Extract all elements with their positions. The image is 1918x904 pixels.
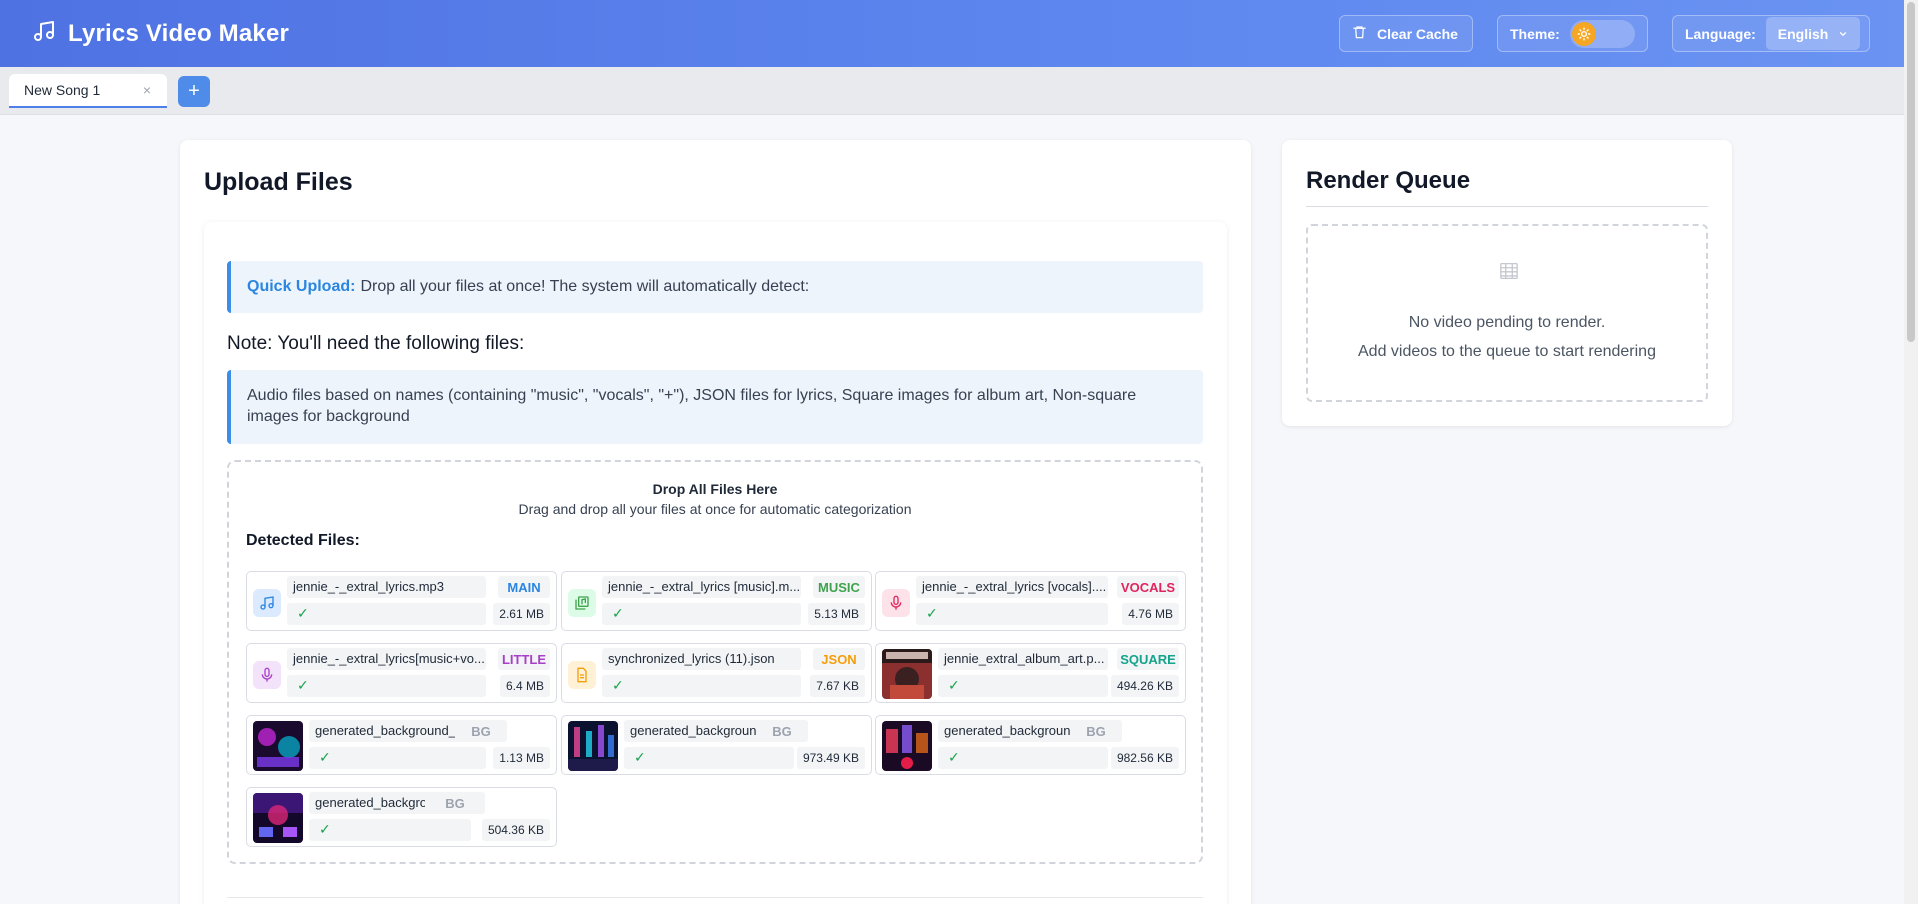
check-icon: ✓ [309,747,486,769]
check-icon: ✓ [287,603,486,625]
close-icon[interactable]: × [143,82,151,98]
page-scrollbar[interactable] [1904,0,1918,904]
file-size: 504.36 KB [481,819,550,841]
theme-control: Theme: [1497,15,1648,52]
clear-cache-button[interactable]: Clear Cache [1339,15,1473,52]
clear-cache-label: Clear Cache [1377,25,1458,42]
quick-upload-banner: Quick Upload: Drop all your files at onc… [227,261,1203,313]
file-size: 6.4 MB [499,675,550,697]
tab-new-song-1[interactable]: New Song 1 × [9,74,167,108]
file-item[interactable]: generated_background_jen... ✓ BG 1.13 MB [246,715,557,775]
upload-card: Upload Files Quick Upload: Drop all your… [180,140,1251,904]
trash-icon [1352,24,1367,43]
file-item[interactable]: synchronized_lyrics (11).json ✓ JSON 7.6… [561,643,872,703]
background-thumbnail [253,793,303,843]
app-title: Lyrics Video Maker [68,19,290,47]
quick-upload-text: Drop all your files at once! The system … [360,278,810,295]
theme-toggle[interactable] [1569,19,1635,48]
file-name: jennie_extral_album_art.p... [938,648,1108,670]
dropzone-title: Drop All Files Here [652,481,778,497]
check-icon: ✓ [938,747,1108,769]
check-icon: ✓ [309,819,471,841]
render-queue-card: Render Queue No video pending to render.… [1282,140,1732,426]
file-type-badge: BG [756,720,808,742]
file-dropzone[interactable]: Drop All Files Here Drag and drop all yo… [227,460,1203,864]
album-art-thumbnail [882,649,932,699]
file-type-badge: SQUARE [1117,648,1179,670]
file-size: 2.61 MB [493,603,550,625]
render-queue-title: Render Queue [1306,167,1471,194]
dropzone-subtitle: Drag and drop all your files at once for… [518,501,912,517]
chevron-down-icon [1838,26,1848,42]
file-size: 5.13 MB [808,603,865,625]
file-item[interactable]: generated_background_j... ✓ BG 504.36 KB [246,787,557,847]
music-note-icon [253,589,281,617]
file-item[interactable]: jennie_-_extral_lyrics[music+vo... ✓ LIT… [246,643,557,703]
file-type-badge: BG [425,792,485,814]
language-label: Language: [1685,25,1756,42]
file-size: 982.56 KB [1110,747,1179,769]
file-size: 7.67 KB [810,675,865,697]
divider [1306,206,1708,207]
document-icon [568,661,596,689]
file-type-badge: JSON [813,648,865,670]
file-type-badge: LITTLE [498,648,550,670]
background-thumbnail [882,721,932,771]
note-box: Audio files based on names (containing "… [227,370,1203,444]
file-item[interactable]: generated_background_j... ✓ BG 982.56 KB [875,715,1186,775]
language-select[interactable]: English [1765,17,1861,50]
tab-label: New Song 1 [24,82,101,98]
file-name: jennie_-_extral_lyrics.mp3 [287,576,486,598]
add-tab-button[interactable]: + [178,76,210,107]
background-thumbnail [568,721,618,771]
file-type-badge: BG [1070,720,1122,742]
detected-files-label: Detected Files: [246,532,360,549]
queue-empty-text: No video pending to render. [1408,314,1606,331]
file-type-badge: BG [455,720,507,742]
background-thumbnail [253,721,303,771]
file-item[interactable]: jennie_extral_album_art.p... ✓ SQUARE 49… [875,643,1186,703]
file-type-badge: MUSIC [813,576,865,598]
sun-icon [1571,21,1596,46]
film-icon [1499,262,1519,285]
file-size: 494.26 KB [1110,675,1179,697]
language-control: Language: English [1672,15,1870,52]
check-icon: ✓ [287,675,486,697]
file-item[interactable]: jennie_-_extral_lyrics [music].m... ✓ MU… [561,571,872,631]
check-icon: ✓ [916,603,1108,625]
section-divider [227,897,1203,898]
quick-upload-label: Quick Upload: [247,278,356,295]
language-value: English [1777,25,1829,42]
music-note-icon [32,19,56,48]
file-item[interactable]: generated_background_j... ✓ BG 973.49 KB [561,715,872,775]
tab-bar: New Song 1 × [0,67,1918,115]
file-name: jennie_-_extral_lyrics[music+vo... [287,648,486,670]
scrollbar-thumb[interactable] [1907,2,1915,342]
file-size: 1.13 MB [493,747,550,769]
render-queue-empty: No video pending to render. Add videos t… [1306,224,1708,402]
note-title: Note: You'll need the following files: [227,333,525,354]
queue-empty-hint: Add videos to the queue to start renderi… [1358,343,1656,360]
music-library-icon [568,589,596,617]
check-icon: ✓ [938,675,1108,697]
upload-panel: Quick Upload: Drop all your files at onc… [204,222,1227,904]
file-item[interactable]: jennie_-_extral_lyrics [vocals].... ✓ VO… [875,571,1186,631]
file-item[interactable]: jennie_-_extral_lyrics.mp3 ✓ MAIN 2.61 M… [246,571,557,631]
file-type-badge: VOCALS [1117,576,1179,598]
file-type-badge: MAIN [498,576,550,598]
upload-title: Upload Files [204,168,353,196]
check-icon: ✓ [602,603,801,625]
microphone-icon [882,589,910,617]
check-icon: ✓ [624,747,794,769]
file-name: jennie_-_extral_lyrics [vocals].... [916,576,1108,598]
file-name: synchronized_lyrics (11).json [602,648,801,670]
brand: Lyrics Video Maker [32,19,289,48]
file-size: 4.76 MB [1122,603,1179,625]
app-header: Lyrics Video Maker Clear Cache Theme: La… [0,0,1918,67]
check-icon: ✓ [602,675,801,697]
microphone-icon [253,661,281,689]
theme-label: Theme: [1510,25,1560,42]
file-name: jennie_-_extral_lyrics [music].m... [602,576,801,598]
file-size: 973.49 KB [796,747,865,769]
